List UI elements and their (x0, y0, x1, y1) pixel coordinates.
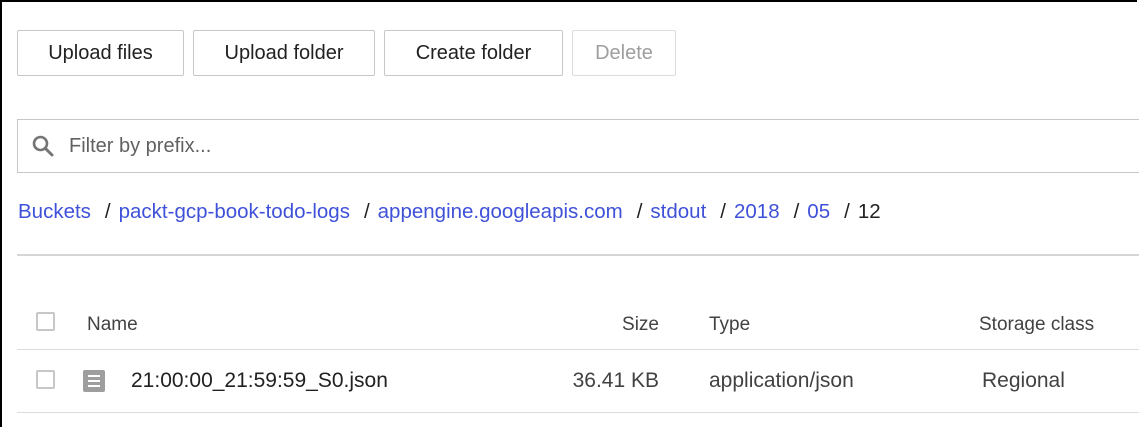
table-header: Name Size Type Storage class (17, 298, 1139, 350)
create-folder-button[interactable]: Create folder (384, 30, 563, 76)
column-header-storage-class[interactable]: Storage class (979, 314, 1094, 336)
file-name-link[interactable]: 21:00:00_21:59:59_S0.json (131, 369, 388, 393)
column-header-type[interactable]: Type (709, 314, 750, 336)
filter-placeholder: Filter by prefix... (69, 134, 212, 157)
breadcrumb-item-appengine[interactable]: appengine.googleapis.com (378, 200, 623, 224)
storage-browser: Upload files Upload folder Create folder… (0, 0, 1139, 427)
file-type: application/json (709, 369, 854, 392)
breadcrumb-item-buckets[interactable]: Buckets (18, 200, 91, 224)
divider (17, 254, 1139, 256)
upload-files-button[interactable]: Upload files (17, 30, 184, 76)
delete-button[interactable]: Delete (572, 30, 676, 76)
breadcrumb-separator: / (720, 200, 726, 223)
breadcrumb-separator: / (844, 200, 850, 223)
table-row: 21:00:00_21:59:59_S0.json 36.41 KB appli… (17, 351, 1139, 413)
breadcrumb-item-year[interactable]: 2018 (734, 200, 780, 224)
column-header-name[interactable]: Name (87, 314, 138, 336)
breadcrumb-separator: / (636, 200, 643, 223)
breadcrumb: Buckets / packt-gcp-book-todo-logs / app… (18, 200, 881, 224)
column-header-size[interactable]: Size (622, 314, 659, 336)
breadcrumb-item-day: 12 (857, 200, 881, 223)
select-all-checkbox[interactable] (36, 312, 55, 331)
breadcrumb-separator: / (104, 200, 111, 223)
breadcrumb-item-bucket[interactable]: packt-gcp-book-todo-logs (119, 200, 350, 224)
file-storage-class: Regional (982, 369, 1065, 392)
file-icon (83, 370, 105, 392)
breadcrumb-item-stdout[interactable]: stdout (650, 200, 706, 224)
row-checkbox[interactable] (36, 370, 55, 389)
filter-input[interactable]: Filter by prefix... (17, 119, 1139, 173)
breadcrumb-item-month[interactable]: 05 (807, 200, 830, 224)
toolbar: Upload files Upload folder Create folder… (17, 30, 676, 76)
breadcrumb-separator: / (793, 200, 800, 223)
search-icon (28, 131, 58, 161)
file-size: 36.41 KB (572, 369, 659, 392)
upload-folder-button[interactable]: Upload folder (193, 30, 375, 76)
breadcrumb-separator: / (363, 200, 370, 223)
